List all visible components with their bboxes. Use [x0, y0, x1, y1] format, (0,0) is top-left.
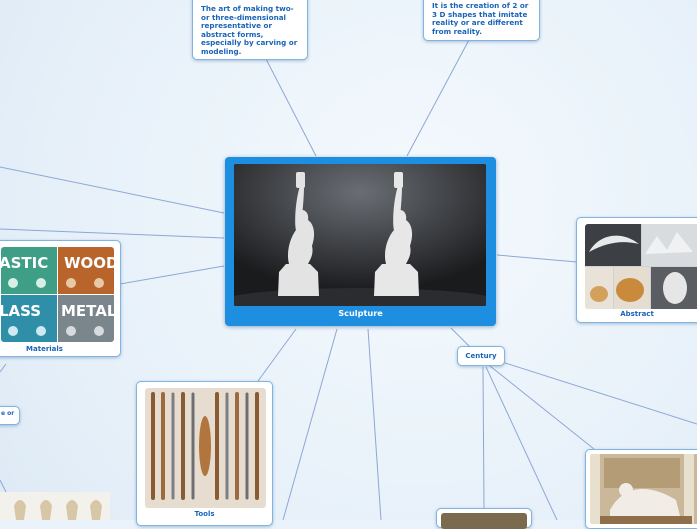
material-word-glass: LASS — [1, 302, 42, 320]
definition-node-2[interactable]: It is the creation of 2 or 3 D shapes th… — [423, 0, 540, 41]
materials-label: Materials — [26, 345, 63, 353]
left-partial-node[interactable]: e or — [0, 406, 20, 425]
century-label: Century — [465, 352, 497, 360]
connector-century-photo — [489, 365, 595, 450]
abstract-label: Abstract — [620, 310, 654, 318]
connector-left-note — [0, 363, 7, 373]
materials-node[interactable]: ASTIC WOOD LASS METAL Materials — [0, 240, 121, 357]
bottom-center-partial-node[interactable] — [436, 508, 532, 529]
connector-century-bottom-1 — [482, 366, 485, 509]
material-word-wood: WOOD — [64, 254, 114, 272]
connector-offscreen-bottom-2 — [367, 328, 382, 520]
materials-image: ASTIC WOOD LASS METAL — [1, 247, 114, 342]
century-photo-node[interactable] — [585, 449, 697, 529]
connector-abstract — [496, 254, 578, 263]
material-word-plastic: ASTIC — [1, 254, 49, 272]
central-topic-node[interactable]: Sculpture — [225, 157, 496, 326]
definition-node-1[interactable]: The art of making two- or three-dimensio… — [192, 0, 308, 60]
connector-offscreen-left-1 — [0, 166, 225, 214]
connector-century-bottom-2 — [485, 366, 558, 520]
century-photo-image — [590, 454, 697, 524]
connector-definition-1 — [264, 56, 317, 157]
mindmap-canvas[interactable]: The art of making two- or three-dimensio… — [0, 0, 697, 529]
sculpture-photo — [234, 164, 486, 306]
definition-text-2: It is the creation of 2 or 3 D shapes th… — [432, 1, 529, 36]
tools-label: Tools — [194, 510, 215, 518]
connector-offscreen-left-2 — [0, 228, 225, 239]
abstract-node[interactable]: Abstract — [576, 217, 697, 323]
bottom-left-partial-image[interactable] — [0, 492, 110, 520]
connector-century-right — [501, 361, 697, 425]
tools-image — [145, 388, 266, 508]
left-partial-text: e or — [1, 410, 15, 417]
connector-offscreen-bottom-1 — [282, 328, 338, 520]
connector-materials — [119, 265, 225, 285]
material-word-metal: METAL — [61, 302, 114, 320]
definition-text-1: The art of making two- or three-dimensio… — [201, 4, 298, 56]
connector-bottom-left — [0, 479, 7, 493]
century-node[interactable]: Century — [457, 346, 505, 366]
connector-tools — [257, 328, 297, 382]
connector-definition-2 — [406, 37, 471, 157]
central-topic-title: Sculpture — [338, 308, 383, 318]
tools-node[interactable]: Tools — [136, 381, 273, 526]
abstract-image — [585, 224, 697, 309]
connector-century — [450, 327, 471, 348]
bottom-center-partial-image — [441, 513, 527, 529]
